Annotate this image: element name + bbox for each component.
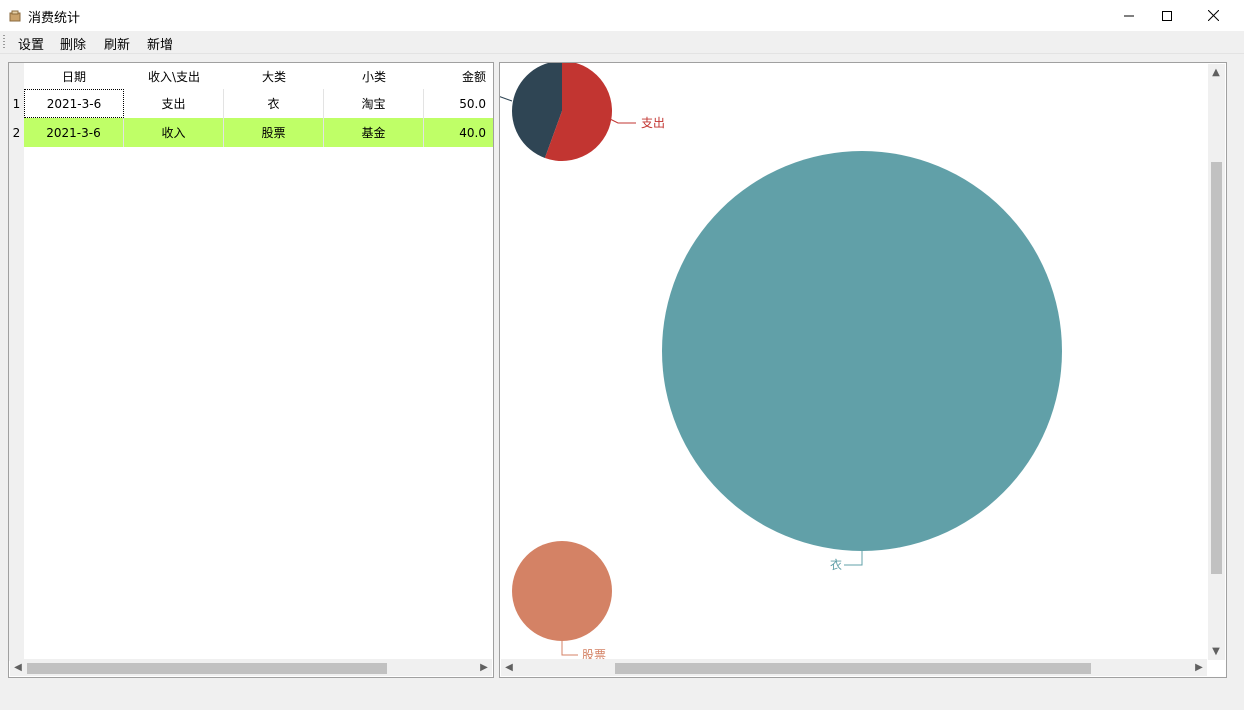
pie-big-label: 衣	[830, 557, 842, 572]
pie-slice-stocks[interactable]	[512, 541, 612, 641]
scrollbar-thumb[interactable]	[615, 663, 1091, 674]
chart-canvas: 支出 衣 股票	[500, 63, 1062, 659]
column-header-type[interactable]: 收入\支出	[124, 63, 225, 89]
column-header-category[interactable]: 大类	[224, 63, 325, 89]
data-grid[interactable]: 日期 收入\支出 大类 小类 金额 1 2021-3-6 支出 衣 淘宝 50.…	[8, 62, 494, 678]
pie-top-callout-line	[609, 118, 636, 124]
title-bar: 消费统计	[0, 0, 1244, 31]
table-cell-type[interactable]: 收入	[124, 118, 224, 147]
menu-settings[interactable]: 设置	[18, 34, 44, 53]
chart-panel: 支出 衣 股票 ▲ ▼ ◀ ▶	[499, 62, 1227, 678]
row-number: 1	[12, 96, 21, 111]
table-cell-type[interactable]: 支出	[124, 89, 224, 118]
menu-add[interactable]: 新增	[147, 34, 173, 53]
horizontal-scrollbar[interactable]: ◀ ▶	[501, 659, 1207, 676]
table-cell-subcategory[interactable]: 基金	[324, 118, 424, 147]
table-cell-amount[interactable]: 50.0	[424, 89, 493, 118]
maximize-button[interactable]	[1144, 0, 1190, 31]
row-number: 2	[12, 125, 21, 140]
scroll-right-arrow-icon[interactable]: ▶	[476, 659, 492, 676]
pie-small-callout-line	[561, 641, 578, 656]
toolbar-grip	[3, 35, 5, 49]
table-cell-date[interactable]: 2021-3-6	[24, 89, 124, 118]
column-header-subcategory[interactable]: 小类	[324, 63, 425, 89]
menu-delete[interactable]: 删除	[60, 34, 86, 53]
table-cell-amount[interactable]: 40.0	[424, 118, 493, 147]
minimize-icon	[1124, 15, 1134, 16]
column-header-amount[interactable]: 金额	[424, 63, 493, 89]
scroll-left-arrow-icon[interactable]: ◀	[10, 659, 26, 676]
scroll-right-arrow-icon[interactable]: ▶	[1191, 659, 1207, 676]
menu-refresh[interactable]: 刷新	[104, 34, 130, 53]
close-button[interactable]	[1190, 0, 1236, 31]
pie-small-label: 股票	[582, 648, 606, 659]
pie-big: 衣	[662, 151, 1062, 572]
scroll-up-arrow-icon[interactable]: ▲	[1208, 64, 1224, 81]
table-cell-category[interactable]: 股票	[224, 118, 324, 147]
pie-top-label-line	[500, 96, 513, 102]
app-icon	[9, 10, 21, 22]
vertical-scrollbar[interactable]: ▲ ▼	[1208, 64, 1225, 660]
close-icon	[1207, 10, 1219, 21]
scroll-down-arrow-icon[interactable]: ▼	[1208, 643, 1224, 660]
pie-top-label: 支出	[641, 116, 665, 130]
menu-bar: 设置 删除 刷新 新增	[0, 31, 1244, 54]
row-header-column	[9, 63, 24, 661]
maximize-icon	[1162, 10, 1172, 21]
pie-slice-clothing[interactable]	[662, 151, 1062, 551]
window-title: 消费统计	[28, 11, 81, 26]
pie-small: 股票	[512, 541, 612, 659]
table-cell-category[interactable]: 衣	[224, 89, 324, 118]
horizontal-scrollbar[interactable]: ◀ ▶	[10, 659, 492, 676]
pie-big-callout-line	[844, 551, 863, 566]
scrollbar-thumb[interactable]	[27, 663, 387, 674]
status-bar	[0, 682, 1244, 710]
vertical-scrollbar-thumb[interactable]	[1211, 162, 1222, 574]
scroll-left-arrow-icon[interactable]: ◀	[501, 659, 517, 676]
table-cell-subcategory[interactable]: 淘宝	[324, 89, 424, 118]
column-header-date[interactable]: 日期	[24, 63, 125, 89]
table-cell-date[interactable]: 2021-3-6	[24, 118, 124, 147]
pie-top: 支出	[500, 63, 665, 161]
